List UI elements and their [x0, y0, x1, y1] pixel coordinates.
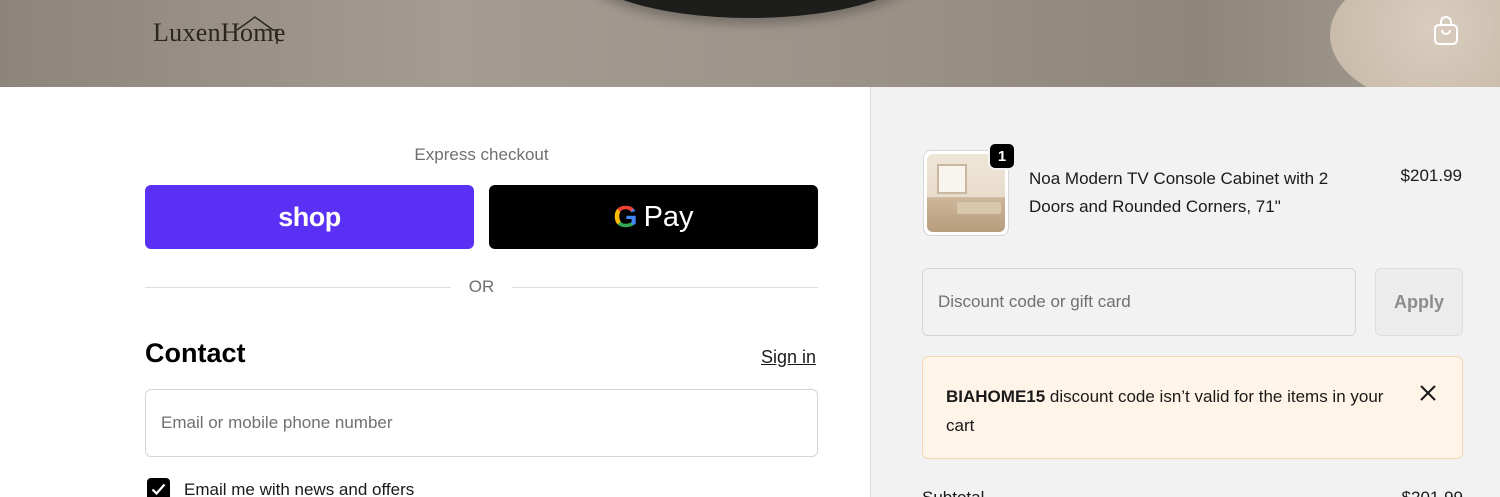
discount-code: BIAHOME15: [946, 387, 1046, 406]
subtotal-label: Subtotal: [922, 488, 984, 497]
product-image-cabinet: [957, 202, 1001, 214]
quantity-badge: 1: [988, 142, 1016, 170]
shopping-bag-icon[interactable]: [1432, 16, 1460, 46]
shop-pay-button[interactable]: shop: [145, 185, 474, 249]
product-price: $201.99: [1400, 166, 1462, 185]
shop-pay-label: shop: [278, 201, 341, 232]
house-roof-icon: [237, 16, 279, 44]
discount-error-text: BIAHOME15 discount code isn’t valid for …: [946, 382, 1386, 440]
express-checkout-label: Express checkout: [414, 145, 549, 164]
discount-error-banner: BIAHOME15 discount code isn’t valid for …: [922, 356, 1463, 459]
decor-plate: [1330, 0, 1500, 87]
apply-discount-button[interactable]: Apply: [1375, 268, 1463, 336]
subtotal-row: Subtotal $201.99: [922, 488, 1463, 497]
header-banner: LuxenHome: [0, 0, 1500, 87]
sign-in-link[interactable]: Sign in: [761, 347, 816, 368]
close-icon[interactable]: [1417, 382, 1439, 404]
contact-heading: Contact: [145, 338, 246, 368]
divider-line-right: [512, 287, 818, 288]
discount-code-input[interactable]: [922, 268, 1356, 336]
checkmark-icon: [151, 483, 166, 496]
store-logo[interactable]: LuxenHome: [153, 16, 286, 48]
newsletter-label: Email me with news and offers: [184, 480, 415, 497]
subtotal-value: $201.99: [1402, 488, 1463, 497]
or-divider: OR: [145, 277, 818, 297]
google-g-icon: G: [613, 199, 638, 234]
product-name: Noa Modern TV Console Cabinet with 2 Doo…: [1029, 169, 1329, 216]
google-pay-button[interactable]: G Pay: [489, 185, 818, 249]
decor-bowl: [575, 0, 925, 18]
newsletter-checkbox[interactable]: [147, 478, 170, 497]
google-pay-label: Pay: [643, 200, 694, 233]
product-image-window: [937, 164, 967, 194]
email-field[interactable]: [145, 389, 818, 457]
